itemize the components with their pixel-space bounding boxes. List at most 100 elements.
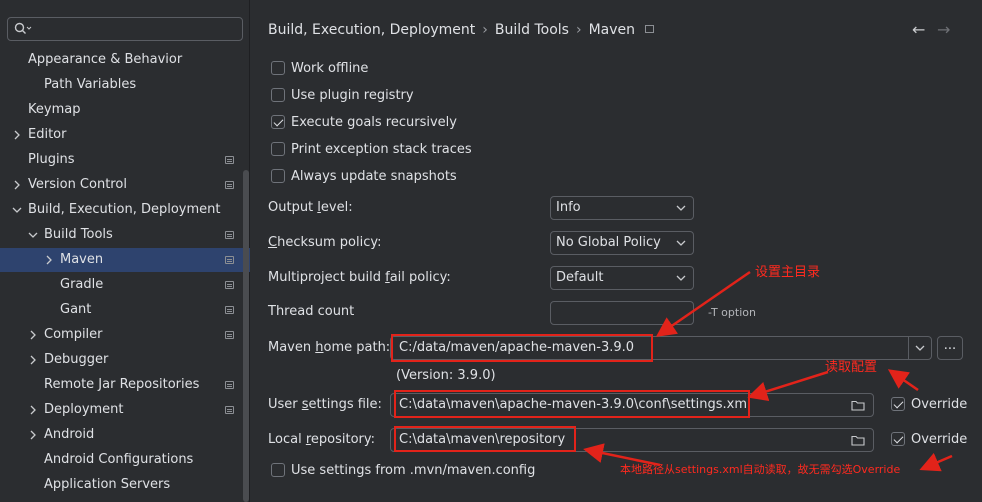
search-icon xyxy=(14,22,32,34)
chevron-down-icon xyxy=(676,275,686,281)
chevron-right-icon[interactable] xyxy=(12,180,22,190)
sidebar-item-label: Build, Execution, Deployment xyxy=(28,202,221,217)
checkbox-box[interactable] xyxy=(891,397,905,411)
sidebar-item[interactable]: Remote Jar Repositories xyxy=(0,373,250,397)
multiproject-fail-policy-select[interactable]: Default xyxy=(550,266,694,290)
sidebar-item[interactable]: Compiler xyxy=(0,323,250,347)
thread-count-hint: -T option xyxy=(708,306,756,319)
sidebar-item[interactable]: Editor xyxy=(0,123,250,147)
sidebar-scrollbar[interactable] xyxy=(243,170,249,502)
sidebar-item-label: Android xyxy=(44,427,95,442)
sidebar-item[interactable]: Android Configurations xyxy=(0,448,250,472)
chevron-right-icon[interactable] xyxy=(44,255,54,265)
project-scope-icon xyxy=(225,281,234,289)
checksum-policy-select[interactable]: No Global Policy xyxy=(550,231,694,255)
checkbox-label: Always update snapshots xyxy=(291,169,457,184)
back-arrow-icon[interactable]: ← xyxy=(912,22,925,38)
annotation-repo-text: 本地路径从settings.xml自动读取，故无需勾选Override xyxy=(620,463,901,476)
checkbox-label: Execute goals recursively xyxy=(291,115,457,130)
project-scope-icon xyxy=(225,256,234,264)
sidebar-item[interactable]: Path Variables xyxy=(0,73,250,97)
settings-search-input[interactable] xyxy=(7,17,243,41)
checkbox-box[interactable] xyxy=(271,61,285,75)
user-settings-label: User settings file: xyxy=(268,397,382,412)
sidebar-item[interactable]: Keymap xyxy=(0,98,250,122)
settings-sidebar: Appearance & Behavior Path Variables Keyma… xyxy=(0,0,250,502)
checkbox-label: Use settings from .mvn/maven.config xyxy=(291,463,536,478)
sidebar-item-label: Appearance & Behavior xyxy=(28,52,183,67)
chevron-right-icon[interactable] xyxy=(12,130,22,140)
sidebar-item-label: Build Tools xyxy=(44,227,113,242)
select-value: No Global Policy xyxy=(556,235,661,250)
chevron-down-icon xyxy=(676,240,686,246)
chevron-right-icon[interactable] xyxy=(28,430,38,440)
sidebar-item[interactable]: Application Servers xyxy=(0,473,250,497)
output-level-label: Output level: xyxy=(268,200,353,215)
sidebar-item-label: Remote Jar Repositories xyxy=(44,377,200,392)
project-scope-icon xyxy=(645,25,655,33)
checkbox-box[interactable] xyxy=(271,169,285,183)
sidebar-item-label: Maven xyxy=(60,252,104,267)
project-scope-icon xyxy=(225,331,234,339)
local-repository-input[interactable]: C:\data\maven\repository xyxy=(390,428,874,452)
sidebar-item[interactable]: Deployment xyxy=(0,398,250,422)
thread-count-label: Thread count xyxy=(268,304,355,319)
project-scope-icon xyxy=(225,156,234,164)
checkbox-box[interactable] xyxy=(891,432,905,446)
breadcrumb: Build, Execution, Deployment › Build Tools… xyxy=(268,20,655,40)
checkbox-label: Override xyxy=(911,397,968,412)
chevron-right-icon[interactable] xyxy=(28,355,38,365)
thread-count-input[interactable] xyxy=(550,301,694,325)
chevron-right-icon[interactable] xyxy=(28,330,38,340)
sidebar-item[interactable]: Version Control xyxy=(0,173,250,197)
annotation-home-text: 设置主目录 xyxy=(755,265,821,280)
sidebar-item[interactable]: Build, Execution, Deployment xyxy=(0,198,250,222)
folder-icon[interactable] xyxy=(851,400,865,411)
chevron-down-icon[interactable] xyxy=(12,205,22,215)
breadcrumb-current: Maven xyxy=(588,22,636,38)
chevron-down-icon[interactable] xyxy=(28,230,38,240)
browse-maven-home-button[interactable]: ... xyxy=(937,336,963,360)
checkbox-label: Work offline xyxy=(291,61,369,76)
maven-home-value: C:/data/maven/apache-maven-3.9.0 xyxy=(399,340,635,355)
maven-version-text: (Version: 3.9.0) xyxy=(396,368,496,383)
sidebar-item[interactable]: Appearance & Behavior xyxy=(0,48,250,72)
sidebar-item-label: Compiler xyxy=(44,327,103,342)
checkbox-box[interactable] xyxy=(271,463,285,477)
forward-arrow-icon[interactable]: → xyxy=(937,22,950,38)
breadcrumb-item[interactable]: Build, Execution, Deployment xyxy=(268,22,475,38)
sidebar-item-label: Editor xyxy=(28,127,67,142)
breadcrumb-item[interactable]: Build Tools xyxy=(495,22,569,38)
output-level-select[interactable]: Info xyxy=(550,196,694,220)
user-settings-value: C:\data\maven\apache-maven-3.9.0\conf\se… xyxy=(399,397,751,412)
sidebar-item[interactable]: Gant xyxy=(0,298,250,322)
maven-home-label: Maven home path: xyxy=(268,340,391,355)
checkbox-label: Print exception stack traces xyxy=(291,142,472,157)
sidebar-item[interactable]: Debugger xyxy=(0,348,250,372)
local-repository-value: C:\data\maven\repository xyxy=(399,432,566,447)
select-value: Default xyxy=(556,270,604,285)
folder-icon[interactable] xyxy=(851,435,865,446)
multiproject-fail-policy-label: Multiproject build fail policy: xyxy=(268,270,451,285)
chevron-down-icon[interactable] xyxy=(915,345,925,351)
checkbox-box[interactable] xyxy=(271,115,285,129)
checkbox-box[interactable] xyxy=(271,142,285,156)
sidebar-item-label: Debugger xyxy=(44,352,109,367)
sidebar-item[interactable]: Maven xyxy=(0,248,250,272)
sidebar-item-label: Path Variables xyxy=(44,77,137,92)
checkbox-box[interactable] xyxy=(271,88,285,102)
sidebar-item-label: Gant xyxy=(60,302,92,317)
sidebar-item-label: Keymap xyxy=(28,102,81,117)
sidebar-item[interactable]: Android xyxy=(0,423,250,447)
checkbox-label: Use plugin registry xyxy=(291,88,414,103)
sidebar-item-label: Deployment xyxy=(44,402,124,417)
sidebar-item[interactable]: Gradle xyxy=(0,273,250,297)
select-value: Info xyxy=(556,200,581,215)
chevron-right-icon[interactable] xyxy=(28,405,38,415)
project-scope-icon xyxy=(225,381,234,389)
chevron-down-icon xyxy=(676,205,686,211)
sidebar-item[interactable]: Build Tools xyxy=(0,223,250,247)
breadcrumb-separator: › xyxy=(575,22,582,38)
user-settings-input[interactable]: C:\data\maven\apache-maven-3.9.0\conf\se… xyxy=(390,393,874,417)
sidebar-item[interactable]: Plugins xyxy=(0,148,250,172)
